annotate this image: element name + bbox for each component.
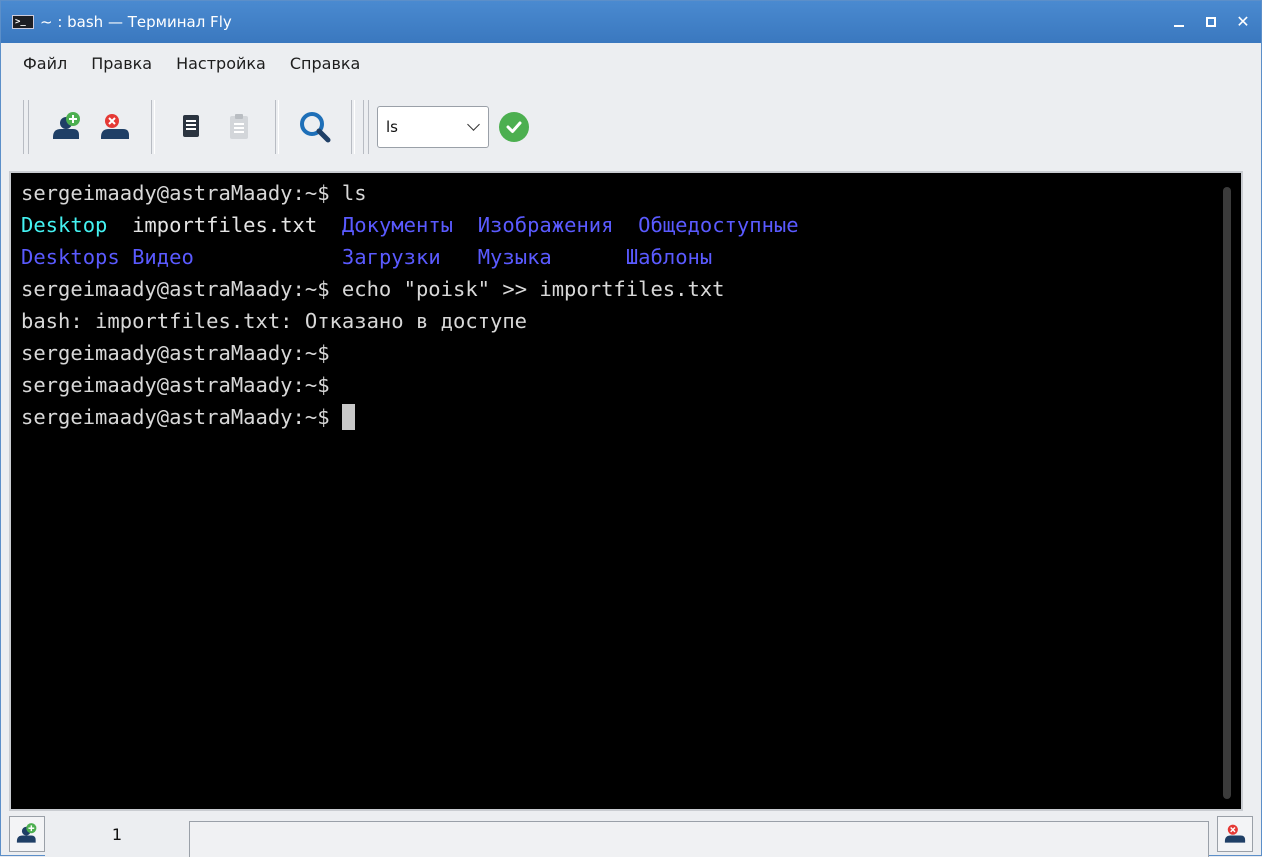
terminal-line: Desktop importfiles.txt Документы Изобра…: [21, 209, 1241, 241]
ls-entry: importfiles.txt: [132, 213, 318, 237]
command-combo-value: ls: [386, 118, 398, 136]
ls-entry: Документы: [341, 213, 454, 237]
paste-icon: [230, 114, 248, 139]
close-tab-bottom-button[interactable]: [1217, 816, 1253, 852]
tab-label: 1: [111, 824, 123, 844]
terminal-line: Desktops Видео Загрузки Музыка Шаблоны: [21, 241, 1241, 273]
terminal-lines: sergeimaady@astraMaady:~$ ls Desktop impo…: [21, 177, 1241, 433]
minimize-button[interactable]: [1171, 14, 1187, 30]
run-icon: [506, 121, 522, 133]
shell-command: echo "poisk" >> importfiles.txt: [329, 277, 725, 301]
search-button[interactable]: [295, 107, 335, 147]
toolbar-separator: [151, 100, 155, 154]
close-tab-icon: [101, 114, 129, 139]
terminal-scrollbar[interactable]: [1223, 187, 1231, 799]
ls-entry: Видео: [132, 245, 194, 269]
toolbar-grip[interactable]: [23, 100, 29, 154]
close-tab-button[interactable]: [95, 107, 135, 147]
terminal-line: bash: importfiles.txt: Отказано в доступ…: [21, 305, 1241, 337]
terminal-line: sergeimaady@astraMaady:~$: [21, 401, 1241, 433]
shell-prompt: sergeimaady@astraMaady:~$: [21, 405, 330, 429]
toolbar-separator: [351, 100, 355, 154]
menu-file[interactable]: Файл: [13, 48, 79, 79]
ls-entry: Изображения: [477, 213, 614, 237]
search-icon: [300, 112, 331, 143]
paste-button[interactable]: [219, 107, 259, 147]
title-bar[interactable]: >_ ~ : bash — Терминал Fly ✕: [1, 1, 1261, 43]
copy-icon: [183, 115, 199, 137]
shell-command: ls: [329, 181, 367, 205]
menu-edit[interactable]: Правка: [79, 48, 164, 79]
shell-prompt: sergeimaady@astraMaady:~$: [21, 373, 330, 397]
ls-entry: Музыка: [477, 245, 552, 269]
toolbar-grip[interactable]: [363, 100, 369, 154]
menu-help[interactable]: Справка: [278, 48, 373, 79]
shell-command: [330, 405, 342, 429]
window-title: ~ : bash — Терминал Fly: [40, 13, 232, 31]
terminal-message: bash: importfiles.txt: Отказано в доступ…: [21, 309, 528, 333]
terminal-window: >_ ~ : bash — Терминал Fly ✕ Файл Правка…: [0, 0, 1262, 857]
terminal-line: sergeimaady@astraMaady:~$: [21, 369, 1241, 401]
ls-entry: Desktop: [21, 213, 108, 237]
terminal-app-icon: >_: [12, 15, 34, 29]
new-tab-bottom-button[interactable]: [9, 816, 45, 852]
terminal-line: sergeimaady@astraMaady:~$: [21, 337, 1241, 369]
window-controls: ✕: [1171, 1, 1251, 43]
terminal-output[interactable]: sergeimaady@astraMaady:~$ ls Desktop impo…: [9, 171, 1243, 811]
tab-bar-spacer: [189, 821, 1209, 857]
menu-bar: Файл Правка Настройка Справка: [1, 43, 1261, 83]
new-tab-icon: [53, 112, 80, 139]
tab-bar: 1: [1, 811, 1261, 857]
run-command-button[interactable]: [499, 112, 529, 142]
menu-settings[interactable]: Настройка: [164, 48, 278, 79]
close-tab-icon: [1224, 824, 1246, 843]
terminal-line: sergeimaady@astraMaady:~$ ls: [21, 177, 1241, 209]
ls-entry: Desktops: [21, 245, 120, 269]
shell-prompt: sergeimaady@astraMaady:~$: [21, 277, 330, 301]
ls-entry: Загрузки: [341, 245, 441, 269]
shell-prompt: sergeimaady@astraMaady:~$: [21, 181, 330, 205]
shell-prompt: sergeimaady@astraMaady:~$: [21, 341, 330, 365]
toolbar: ls: [1, 87, 1261, 167]
close-window-button[interactable]: ✕: [1235, 14, 1251, 30]
terminal-line: sergeimaady@astraMaady:~$ echo "poisk" >…: [21, 273, 1241, 305]
ls-entry: Шаблоны: [625, 245, 713, 269]
copy-button[interactable]: [171, 107, 211, 147]
text-cursor: [341, 404, 355, 430]
new-tab-icon: [16, 823, 37, 843]
command-combo[interactable]: ls: [377, 106, 489, 148]
maximize-button[interactable]: [1203, 14, 1219, 30]
tab-1[interactable]: 1: [45, 811, 189, 857]
new-tab-button[interactable]: [47, 107, 87, 147]
chevron-down-icon: [467, 118, 480, 131]
toolbar-separator: [275, 100, 279, 154]
ls-entry: Общедоступные: [638, 213, 799, 237]
